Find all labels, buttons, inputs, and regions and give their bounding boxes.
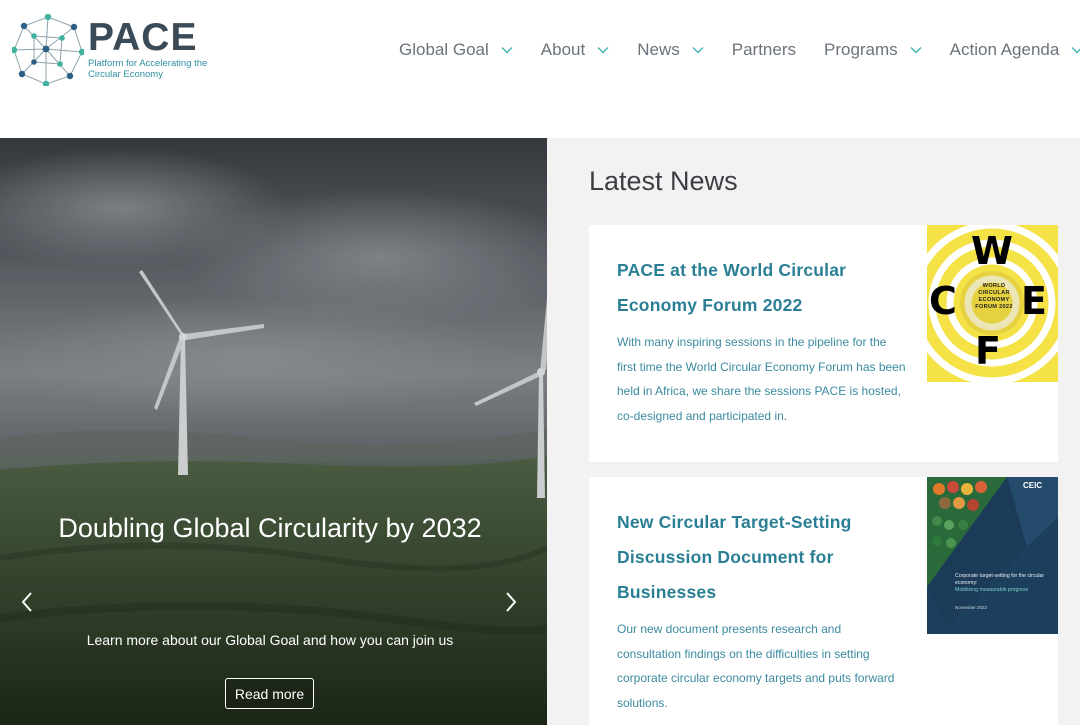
report-cover-heading: Corporate target-setting for the circula… xyxy=(955,573,1045,586)
nav-item-global-goal[interactable]: Global Goal xyxy=(399,40,513,60)
nav-item-label: Global Goal xyxy=(399,40,489,59)
wcef-thumbnail-image[interactable]: W C E F WORLD CIRCULAR ECONOMY FORUM 202… xyxy=(927,225,1058,382)
wcef-letter-f: F xyxy=(975,329,1001,373)
news-card[interactable]: PACE at the World Circular Economy Forum… xyxy=(589,225,1058,462)
wcef-letter-w: W xyxy=(971,229,1013,273)
read-more-button[interactable]: Read more xyxy=(225,678,314,709)
nav-item-label: News xyxy=(637,40,680,59)
chevron-down-icon xyxy=(692,47,704,54)
report-cover-title: Corporate target-setting for the circula… xyxy=(955,573,1055,594)
chevron-down-icon xyxy=(597,47,609,54)
nav-item-label: About xyxy=(540,40,586,59)
chevron-down-icon xyxy=(1071,47,1080,54)
nav-item-action-agenda[interactable]: Action Agenda xyxy=(950,40,1080,60)
report-cover-graphic xyxy=(927,477,1058,634)
nav-item-label: Partners xyxy=(731,40,796,59)
wcef-letter-c: C xyxy=(929,279,957,323)
news-card-summary: With many inspiring sessions in the pipe… xyxy=(617,335,906,423)
nav-item-label: Programs xyxy=(823,40,898,59)
logo-subtitle: Platform for Accelerating the Circular E… xyxy=(88,58,208,80)
chevron-right-icon[interactable] xyxy=(503,590,519,614)
site-header: PACE Platform for Accelerating the Circu… xyxy=(0,0,1080,138)
report-cover-date: November 2022 xyxy=(955,605,988,610)
nav-item-partners[interactable]: Partners xyxy=(732,40,796,60)
wcef-caption: WORLD CIRCULAR ECONOMY FORUM 2022 xyxy=(975,283,1013,310)
ceic-report-thumbnail-image[interactable]: CEIC Corporate target-setting for the ci… xyxy=(927,477,1058,634)
latest-news-section: Latest News PACE at the World Circular E… xyxy=(547,138,1080,725)
hero-title: Doubling Global Circularity by 2032 xyxy=(58,513,482,543)
nav-item-news[interactable]: News xyxy=(637,40,704,60)
network-logo-icon xyxy=(12,14,84,86)
ceic-logo: CEIC xyxy=(1023,481,1043,490)
chevron-left-icon[interactable] xyxy=(19,590,35,614)
logo-title: PACE xyxy=(88,16,198,59)
nav-item-label: Action Agenda xyxy=(949,40,1060,59)
hero-description: Learn more about our Global Goal and how… xyxy=(86,632,454,648)
chevron-down-icon xyxy=(501,47,513,54)
chevron-down-icon xyxy=(910,47,922,54)
hero-slider: Doubling Global Circularity by 2032 Lear… xyxy=(0,138,547,725)
pace-logo[interactable]: PACE Platform for Accelerating the Circu… xyxy=(12,14,207,86)
wcef-letter-e: E xyxy=(1021,279,1047,323)
news-card-title[interactable]: PACE at the World Circular Economy Forum… xyxy=(617,253,907,323)
report-cover-subheading: Mobilizing measurable progress xyxy=(955,587,1029,593)
news-card-title[interactable]: New Circular Target-Setting Discussion D… xyxy=(617,505,907,610)
nav-item-programs[interactable]: Programs xyxy=(824,40,922,60)
latest-news-heading: Latest News xyxy=(589,166,738,196)
main-nav: Global Goal About News Partners Programs… xyxy=(399,38,1080,62)
news-card-summary: Our new document presents research and c… xyxy=(617,622,895,710)
news-card[interactable]: New Circular Target-Setting Discussion D… xyxy=(589,477,1058,725)
nav-item-about[interactable]: About xyxy=(541,40,609,60)
